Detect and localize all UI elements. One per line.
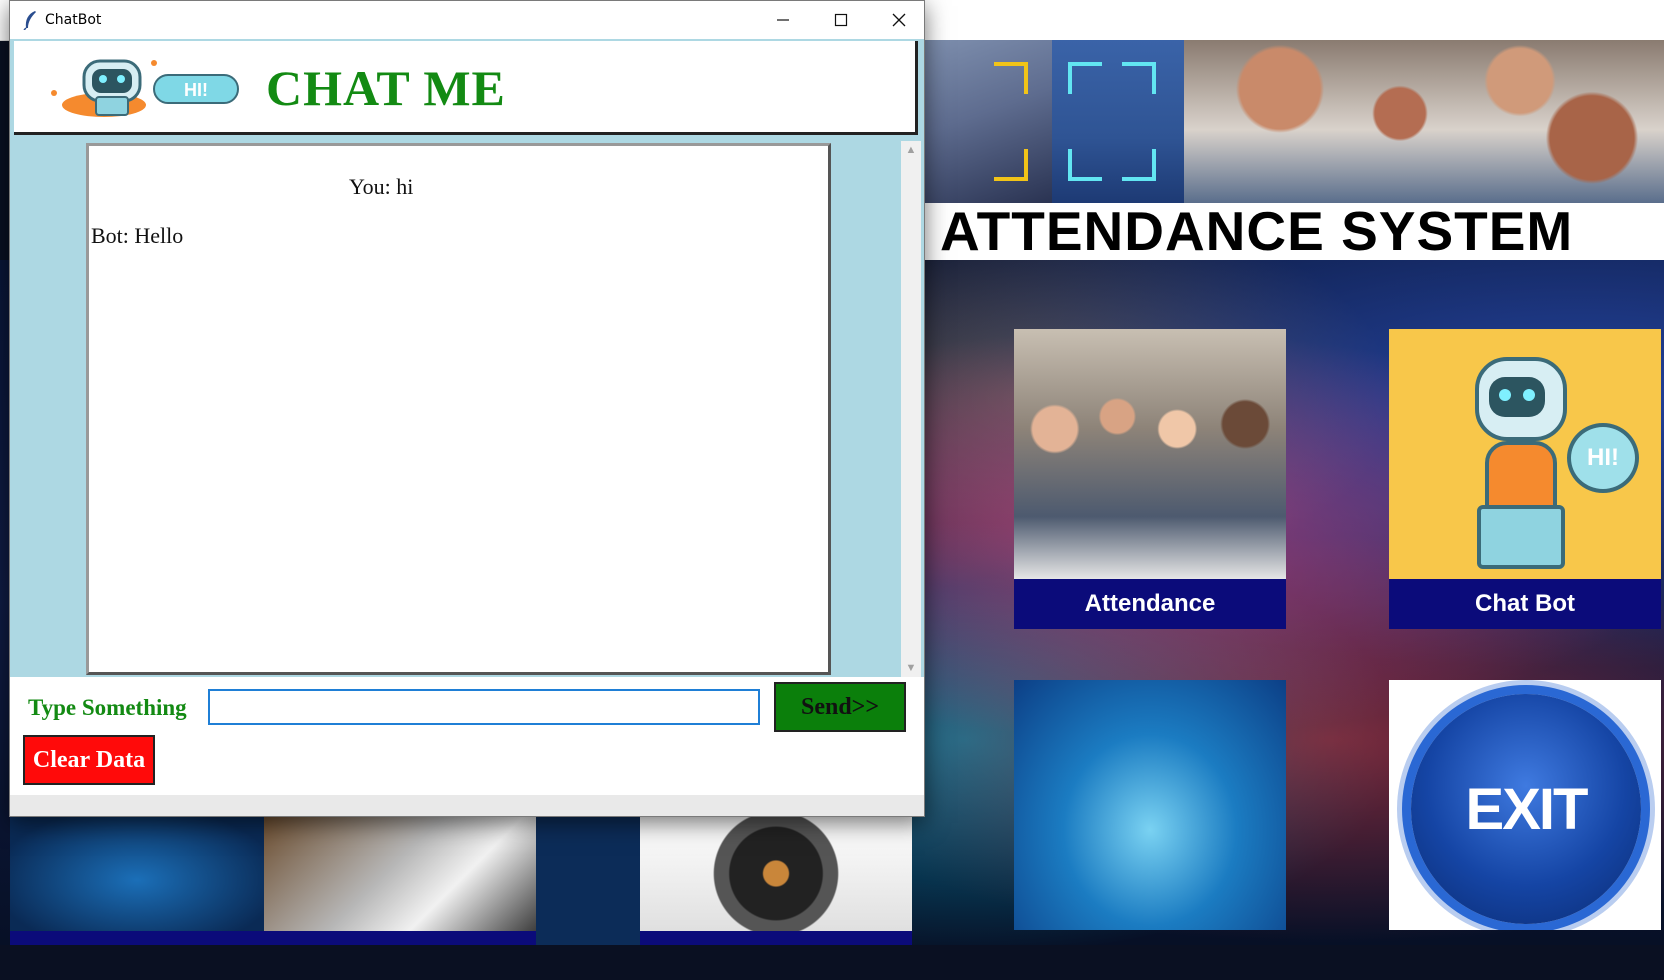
exit-button-image[interactable]: EXIT — [1389, 680, 1661, 930]
robot-face — [1489, 377, 1545, 417]
window-bottom-band — [10, 795, 924, 816]
attendance-tile-label[interactable]: Attendance — [1014, 579, 1286, 629]
clear-data-button[interactable]: Clear Data — [23, 735, 155, 785]
chat-log[interactable]: You: hi Bot: Hello — [86, 143, 831, 675]
window-title: ChatBot — [45, 12, 102, 28]
robot-eye-icon — [1523, 389, 1535, 401]
robot-icon[interactable]: HI! — [1389, 329, 1661, 579]
tile-label-band — [640, 931, 912, 945]
robot-photo-tile[interactable] — [264, 815, 536, 945]
scan-bracket-icon — [994, 149, 1028, 181]
chat-header: HI! CHAT ME — [14, 41, 918, 135]
students-classroom-image — [1184, 40, 1664, 203]
robot-head — [1475, 357, 1567, 441]
hi-speech-bubble: HI! — [1567, 423, 1639, 493]
robot-eye-icon — [1499, 389, 1511, 401]
exit-text: EXIT — [1465, 777, 1589, 842]
face-scan-woman-image — [924, 40, 1052, 203]
bot-message: Bot: Hello — [91, 223, 184, 248]
data-dashboard-image[interactable] — [1014, 680, 1286, 930]
face-scan-man-image — [1052, 40, 1184, 203]
binary-code-image — [10, 815, 264, 945]
scroll-up-icon[interactable]: ▲ — [901, 141, 921, 159]
close-button[interactable] — [870, 1, 928, 39]
data-tile-button[interactable] — [1014, 680, 1286, 980]
chat-frame: HI! CHAT ME You: hi Bot: Hello ▲ ▼ — [10, 39, 924, 677]
minimize-icon — [777, 19, 789, 21]
banner-images — [924, 40, 1664, 203]
minimize-button[interactable] — [754, 1, 812, 39]
exit-tile-button[interactable]: EXIT — [1389, 680, 1661, 980]
logo-hi-text: HI! — [184, 80, 208, 100]
close-icon — [892, 13, 906, 27]
send-button[interactable]: Send>> — [774, 682, 906, 732]
chatbot-window: ChatBot HI! CHAT ME You: hi Bot: Hello ▲… — [9, 0, 925, 817]
user-message: You: hi — [349, 174, 414, 199]
tile-label-band — [10, 931, 264, 945]
scan-bracket-icon — [1122, 62, 1156, 94]
attendance-tile-button[interactable]: Attendance — [1014, 329, 1286, 629]
input-area: Type Something Send>> Clear Data — [10, 677, 924, 795]
system-title: ATTENDANCE SYSTEM — [924, 203, 1664, 260]
maximize-button[interactable] — [812, 1, 870, 39]
chatbot-tile-label[interactable]: Chat Bot — [1389, 579, 1661, 629]
message-input[interactable] — [208, 689, 760, 725]
maximize-icon — [834, 13, 848, 27]
scroll-down-icon[interactable]: ▼ — [901, 659, 921, 677]
exit-circle-icon[interactable]: EXIT — [1411, 694, 1641, 924]
chat-scrollbar[interactable]: ▲ ▼ — [901, 141, 921, 677]
type-something-label: Type Something — [28, 695, 187, 720]
scan-bracket-icon — [994, 62, 1028, 94]
attendance-photo[interactable] — [1014, 329, 1286, 579]
laptop-icon — [1477, 505, 1565, 569]
binary-code-image — [536, 815, 640, 945]
camera-photo-tile[interactable] — [640, 815, 912, 945]
window-titlebar[interactable]: ChatBot — [10, 1, 924, 39]
chat-title: CHAT ME — [266, 60, 506, 116]
chatbot-tile-button[interactable]: HI! Chat Bot — [1389, 329, 1661, 629]
scan-bracket-icon — [1068, 62, 1102, 94]
scan-bracket-icon — [1122, 149, 1156, 181]
scan-bracket-icon — [1068, 149, 1102, 181]
chatbot-logo-icon: HI! — [51, 59, 239, 117]
feather-icon — [23, 11, 36, 30]
tile-label-band — [264, 931, 536, 945]
